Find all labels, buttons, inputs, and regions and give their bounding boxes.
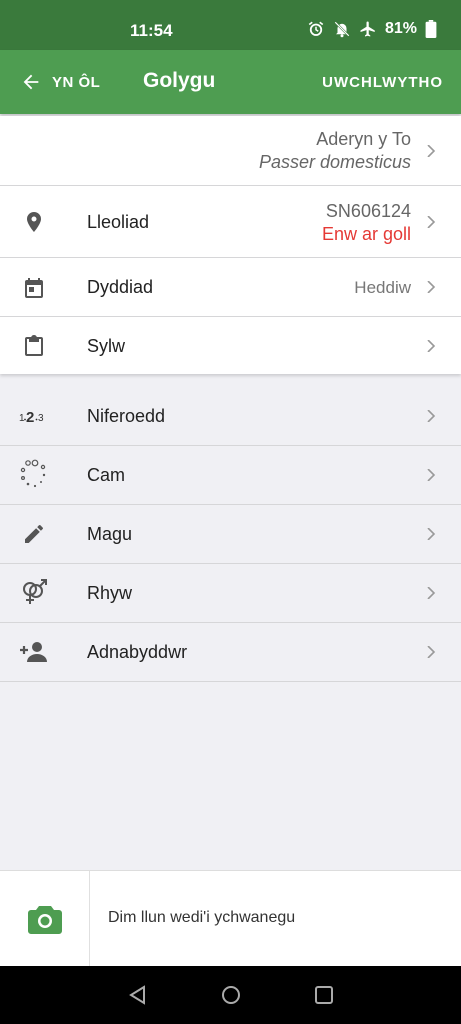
status-time: 11:54: [130, 21, 173, 40]
system-nav-bar: [0, 966, 461, 1024]
date-row[interactable]: Dyddiad Heddiw: [0, 258, 461, 317]
chevron-right-icon: [427, 646, 436, 658]
battery-icon: [425, 20, 437, 38]
chevron-right-icon: [427, 281, 436, 293]
list-item-identifier[interactable]: Adnabyddwr: [0, 623, 461, 682]
location-row[interactable]: Lleoliad SN606124 Enw ar goll: [0, 186, 461, 258]
location-pin-icon: [20, 208, 48, 236]
page-title: Golygu: [143, 69, 216, 92]
list-item-label: Niferoedd: [87, 406, 166, 426]
arrow-back-icon: [23, 74, 39, 90]
airplane-icon: [360, 21, 375, 37]
add-photo-button[interactable]: [0, 871, 90, 967]
chevron-right-icon: [427, 410, 436, 422]
list-item-stage[interactable]: Cam: [0, 446, 461, 505]
location-name-missing: Enw ar goll: [321, 224, 411, 244]
status-bar: 11:54 81%: [0, 0, 461, 50]
app-bar: YN ÔL Golygu UWCHLWYTHO: [0, 50, 461, 114]
list-item-breeding[interactable]: Magu: [0, 505, 461, 564]
chevron-right-icon: [427, 528, 436, 540]
alarm-icon: [308, 21, 324, 36]
no-photo-text: Dim llun wedi'i ychwanegu: [108, 909, 296, 926]
nav-back-icon[interactable]: [127, 984, 149, 1006]
clipboard-icon: [20, 332, 48, 360]
chevron-right-icon: [427, 340, 436, 352]
back-button[interactable]: YN ÔL: [20, 50, 100, 114]
date-value: Heddiw: [354, 278, 411, 297]
svg-text:3: 3: [38, 413, 44, 424]
svg-text:1: 1: [19, 413, 25, 424]
gender-icon: [20, 578, 48, 606]
chevron-right-icon: [427, 216, 436, 228]
photo-bar: Dim llun wedi'i ychwanegu: [0, 870, 461, 967]
camera-icon: [27, 906, 62, 934]
calendar-icon: [20, 274, 48, 302]
comment-row[interactable]: Sylw: [0, 317, 461, 374]
location-grid-ref: SN606124: [325, 201, 411, 221]
mute-bell-icon: [334, 21, 350, 38]
date-label: Dyddiad: [87, 277, 154, 297]
stage-dots-icon: [20, 459, 48, 488]
list-item-sex[interactable]: Rhyw: [0, 564, 461, 623]
list-item-label: Rhyw: [87, 583, 133, 603]
chevron-right-icon: [427, 145, 436, 157]
species-row[interactable]: Aderyn y To Passer domesticus: [0, 116, 461, 186]
status-icons: 81%: [307, 20, 437, 38]
nav-home-icon[interactable]: [220, 984, 242, 1006]
pencil-icon: [20, 520, 48, 548]
nav-recents-icon[interactable]: [313, 984, 335, 1006]
person-add-icon: [18, 638, 50, 666]
location-label: Lleoliad: [87, 212, 150, 232]
chevron-right-icon: [427, 469, 436, 481]
back-label: YN ÔL: [52, 73, 101, 91]
species-latin-name: Passer domesticus: [258, 152, 411, 172]
numbers-123-icon: 123: [18, 402, 50, 430]
list-item-numbers[interactable]: 123 Niferoedd: [0, 387, 461, 446]
record-card: Aderyn y To Passer domesticus Lleoliad S…: [0, 116, 461, 374]
battery-percent: 81%: [384, 20, 417, 37]
comment-label: Sylw: [87, 336, 126, 356]
chevron-right-icon: [427, 587, 436, 599]
upload-button[interactable]: UWCHLWYTHO: [322, 50, 443, 114]
svg-text:2: 2: [26, 409, 34, 426]
species-common-name: Aderyn y To: [316, 129, 411, 149]
list-item-label: Cam: [87, 465, 126, 485]
list-item-label: Magu: [87, 524, 133, 544]
list-item-label: Adnabyddwr: [87, 642, 188, 662]
